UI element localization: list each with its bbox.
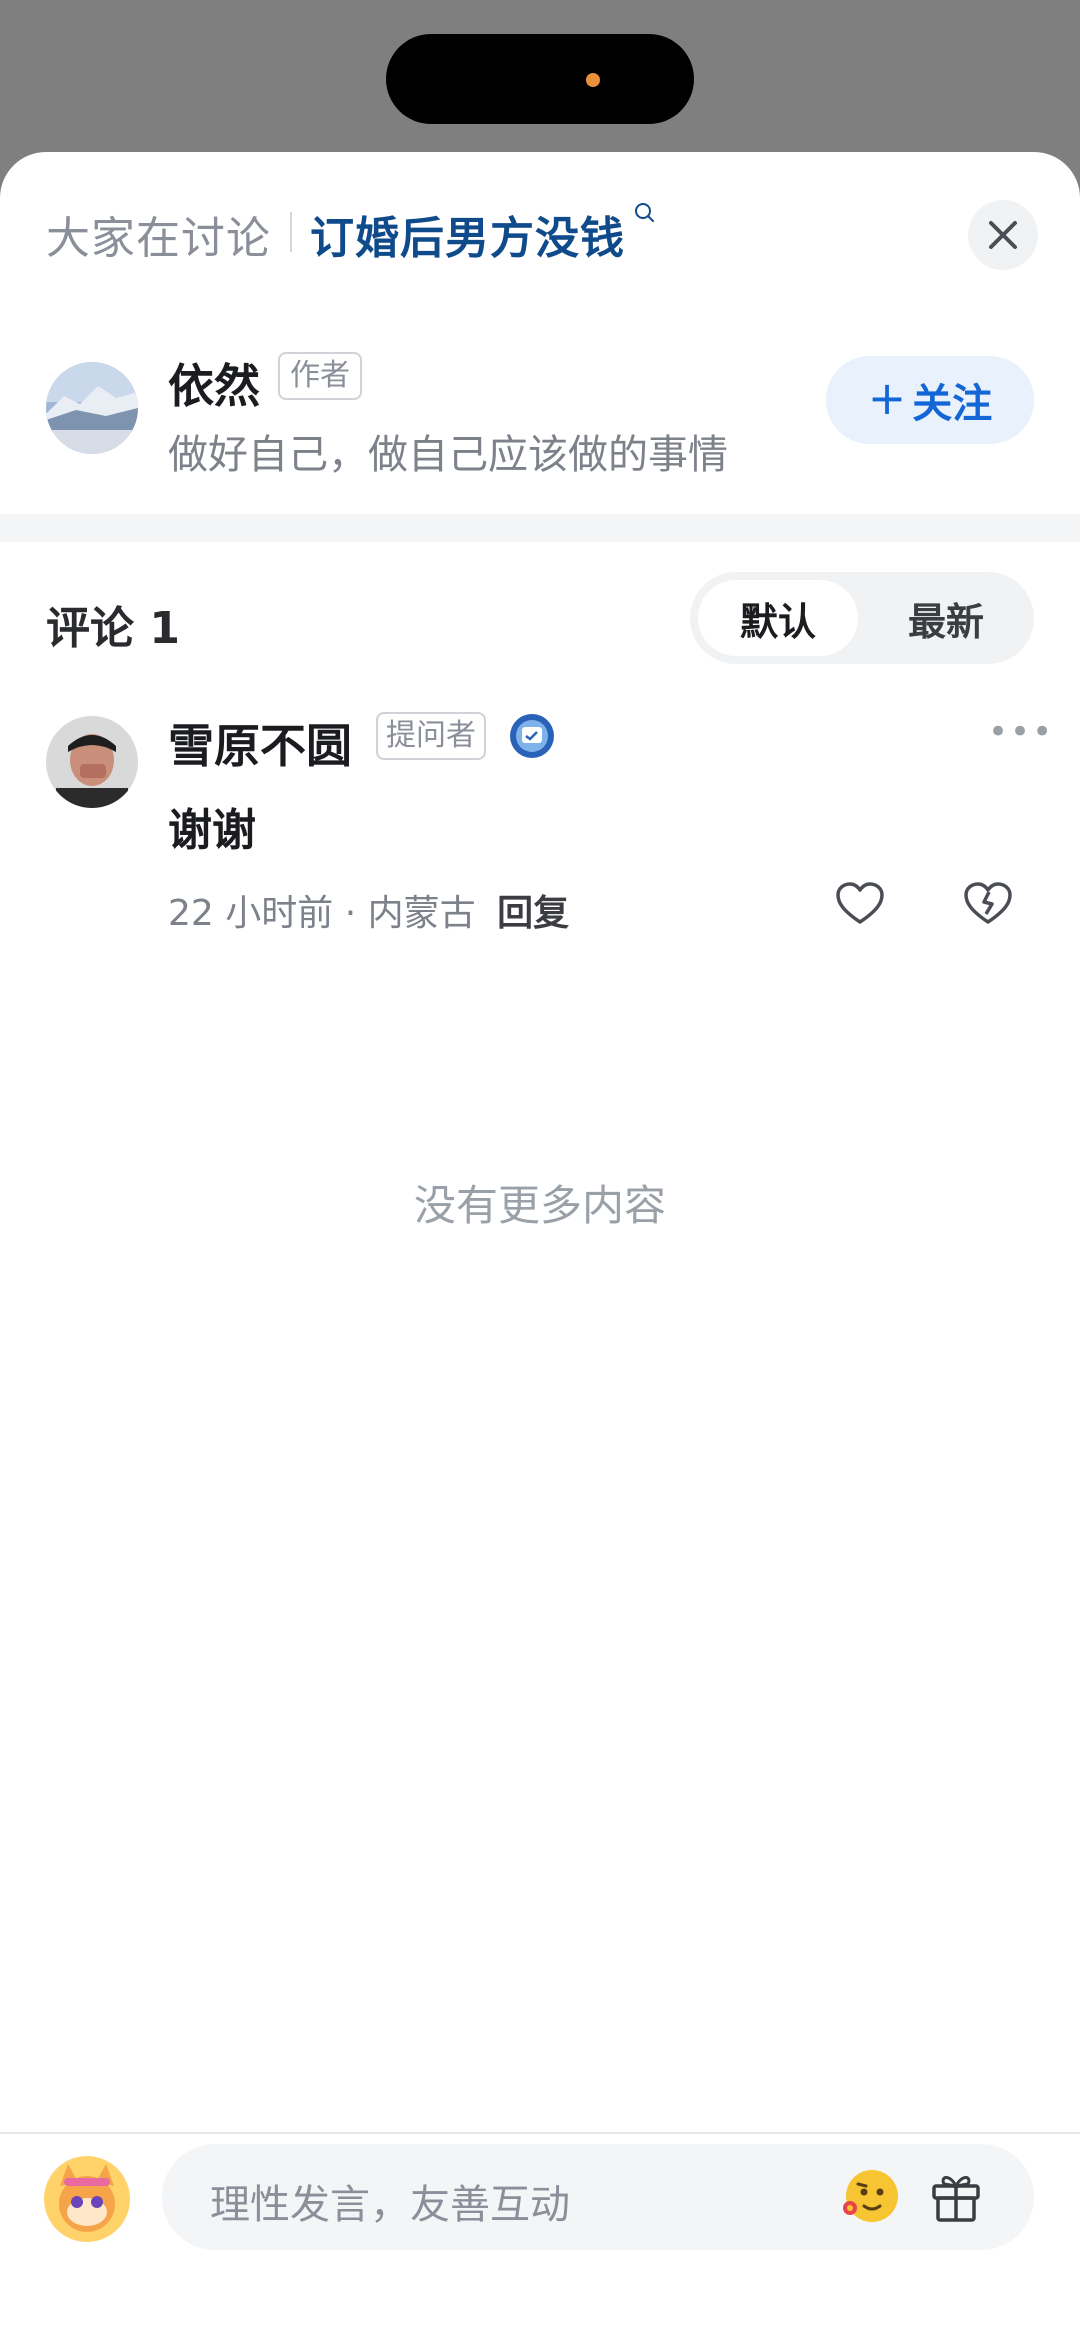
- search-icon[interactable]: [634, 202, 656, 226]
- gift-icon[interactable]: [926, 2166, 986, 2226]
- verified-icon: [510, 714, 554, 758]
- no-more-content: 没有更多内容: [413, 1181, 666, 1230]
- broken-heart-icon[interactable]: [960, 876, 1016, 932]
- header-divider: [290, 212, 292, 252]
- my-avatar[interactable]: [44, 2156, 130, 2242]
- section-divider: [0, 514, 1080, 542]
- comment-composer: 理性发言，友善互动: [0, 2132, 1080, 2339]
- comment-location: 内蒙古: [367, 893, 476, 934]
- emoji-icon[interactable]: [838, 2164, 902, 2228]
- more-icon[interactable]: •••: [988, 712, 1054, 752]
- comments-count-title: 评论 1: [46, 603, 180, 654]
- sort-default-tab[interactable]: 默认: [698, 580, 858, 656]
- author-name[interactable]: 依然: [168, 350, 260, 416]
- author-bio: 做好自己，做自己应该做的事情: [168, 432, 728, 478]
- comment-time: 22 小时前: [168, 893, 334, 934]
- follow-label: 关注: [912, 381, 993, 427]
- close-icon: [989, 221, 1017, 249]
- author-badge: 作者: [278, 352, 362, 400]
- sheet-header: 大家在讨论 订婚后男方没钱: [0, 152, 1080, 282]
- comment-sheet: 大家在讨论 订婚后男方没钱 依然 作者 做好自己，做自己应该做的事情 + 关注 …: [0, 152, 1080, 2339]
- commenter-avatar[interactable]: [46, 716, 138, 808]
- comment-meta: 22 小时前 · 内蒙古 回复: [168, 884, 569, 936]
- plus-icon: +: [867, 371, 907, 425]
- heart-icon[interactable]: [832, 876, 888, 932]
- comment-item: 雪原不圆 提问者 ••• 谢谢 22 小时前 · 内蒙古 回复: [0, 702, 1080, 942]
- close-button[interactable]: [968, 200, 1038, 270]
- follow-button[interactable]: + 关注: [826, 356, 1034, 444]
- comment-text: 谢谢: [168, 805, 256, 856]
- commenter-name[interactable]: 雪原不圆: [168, 710, 352, 776]
- meta-separator: ·: [344, 893, 368, 934]
- topic-link[interactable]: 订婚后男方没钱: [310, 202, 625, 266]
- asker-badge: 提问者: [376, 712, 486, 760]
- author-avatar[interactable]: [46, 362, 138, 454]
- sort-toggle: 默认 最新: [690, 572, 1034, 664]
- dynamic-island: [386, 34, 694, 124]
- discussion-prefix: 大家在讨论: [46, 213, 271, 264]
- comment-input[interactable]: 理性发言，友善互动: [162, 2144, 1034, 2250]
- comments-header: 评论 1 默认 最新: [0, 572, 1080, 672]
- author-row: 依然 作者 做好自己，做自己应该做的事情 + 关注: [0, 342, 1080, 502]
- reply-button[interactable]: 回复: [497, 893, 569, 934]
- comment-input-placeholder: 理性发言，友善互动: [210, 2182, 570, 2228]
- sort-latest-tab[interactable]: 最新: [866, 580, 1026, 656]
- camera-indicator: [586, 73, 600, 87]
